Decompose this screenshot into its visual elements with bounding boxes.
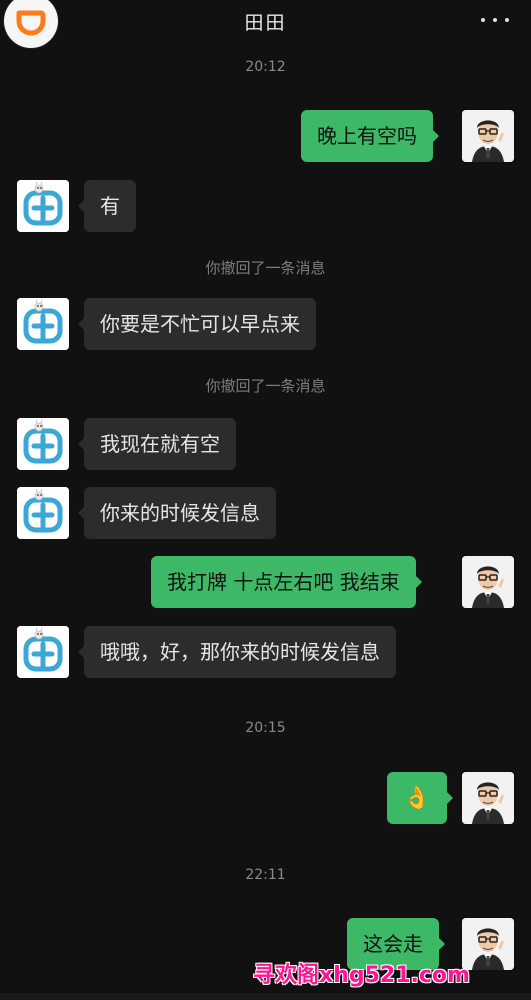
avatar-self[interactable] [462, 556, 514, 608]
watermark: 寻欢阁xhg521.com [253, 963, 470, 988]
chat-header: 田田 [0, 0, 531, 48]
avatar-contact[interactable] [17, 418, 69, 470]
message-bubble-self[interactable]: 我打牌 十点左右吧 我结束 [151, 556, 422, 608]
timestamp: 22:11 [245, 867, 286, 883]
message-bubble-contact[interactable]: 哦哦，好，那你来的时候发信息 [78, 626, 396, 678]
message-bubble-contact[interactable]: 我现在就有空 [78, 418, 236, 470]
message-bubble-contact[interactable]: 有 [78, 180, 136, 232]
message-bubble-self[interactable]: 👌 [387, 772, 453, 824]
timestamp: 20:15 [245, 720, 286, 736]
system-notice: 你撤回了一条消息 [205, 377, 326, 395]
avatar-contact[interactable] [17, 298, 69, 350]
more-dots-icon[interactable] [481, 12, 509, 28]
timestamp: 20:12 [245, 59, 286, 75]
avatar-self[interactable] [462, 110, 514, 162]
chat-screen: 田田 20:12 晚上有空吗 有 你撤回了一条消息 你要是不忙可以早点来 你撤回… [0, 0, 531, 1000]
avatar-self[interactable] [462, 772, 514, 824]
avatar-contact[interactable] [17, 626, 69, 678]
message-bubble-contact[interactable]: 你来的时候发信息 [78, 487, 276, 539]
message-bubble-self[interactable]: 晚上有空吗 [301, 110, 439, 162]
system-notice: 你撤回了一条消息 [205, 259, 326, 277]
ok-hand-emoji: 👌 [403, 786, 431, 811]
bottom-edge [0, 993, 531, 1000]
message-bubble-contact[interactable]: 你要是不忙可以早点来 [78, 298, 316, 350]
avatar-contact[interactable] [17, 487, 69, 539]
chat-title: 田田 [244, 12, 287, 34]
avatar-contact[interactable] [17, 180, 69, 232]
